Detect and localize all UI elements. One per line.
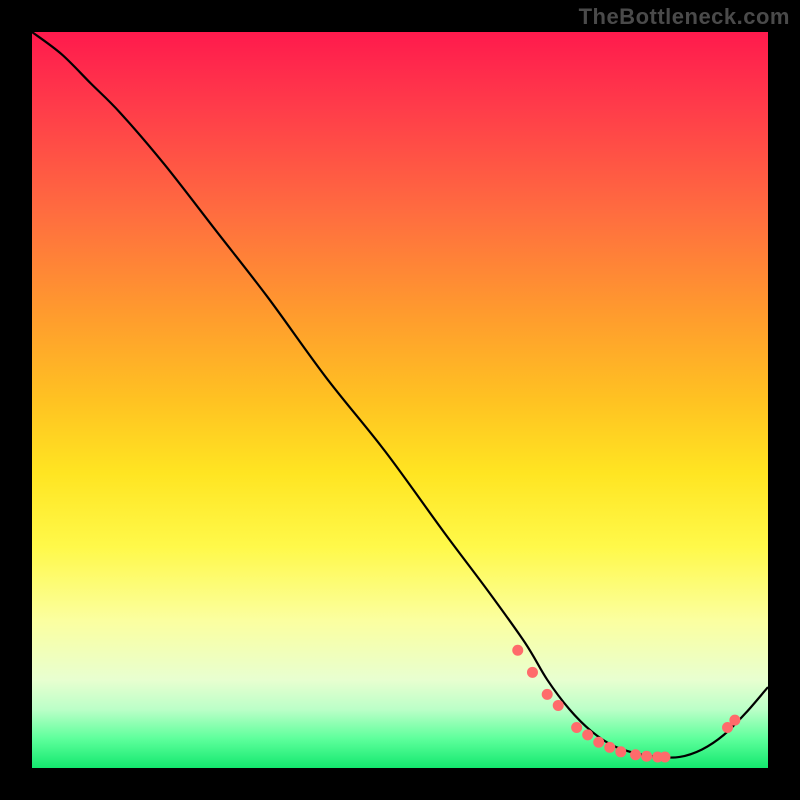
plot-area (32, 32, 768, 768)
marker-dot (527, 667, 538, 678)
bottleneck-curve (32, 32, 768, 758)
marker-dot (729, 715, 740, 726)
marker-dot (553, 700, 564, 711)
marker-dot (641, 751, 652, 762)
marker-dot (630, 749, 641, 760)
marker-dot (604, 742, 615, 753)
marker-dot (582, 729, 593, 740)
marker-dot (659, 751, 670, 762)
marker-dots (512, 645, 740, 763)
curve-svg (32, 32, 768, 768)
marker-dot (571, 722, 582, 733)
marker-dot (542, 689, 553, 700)
marker-dot (593, 737, 604, 748)
watermark-text: TheBottleneck.com (579, 4, 790, 30)
marker-dot (615, 746, 626, 757)
marker-dot (512, 645, 523, 656)
chart-frame: TheBottleneck.com (0, 0, 800, 800)
